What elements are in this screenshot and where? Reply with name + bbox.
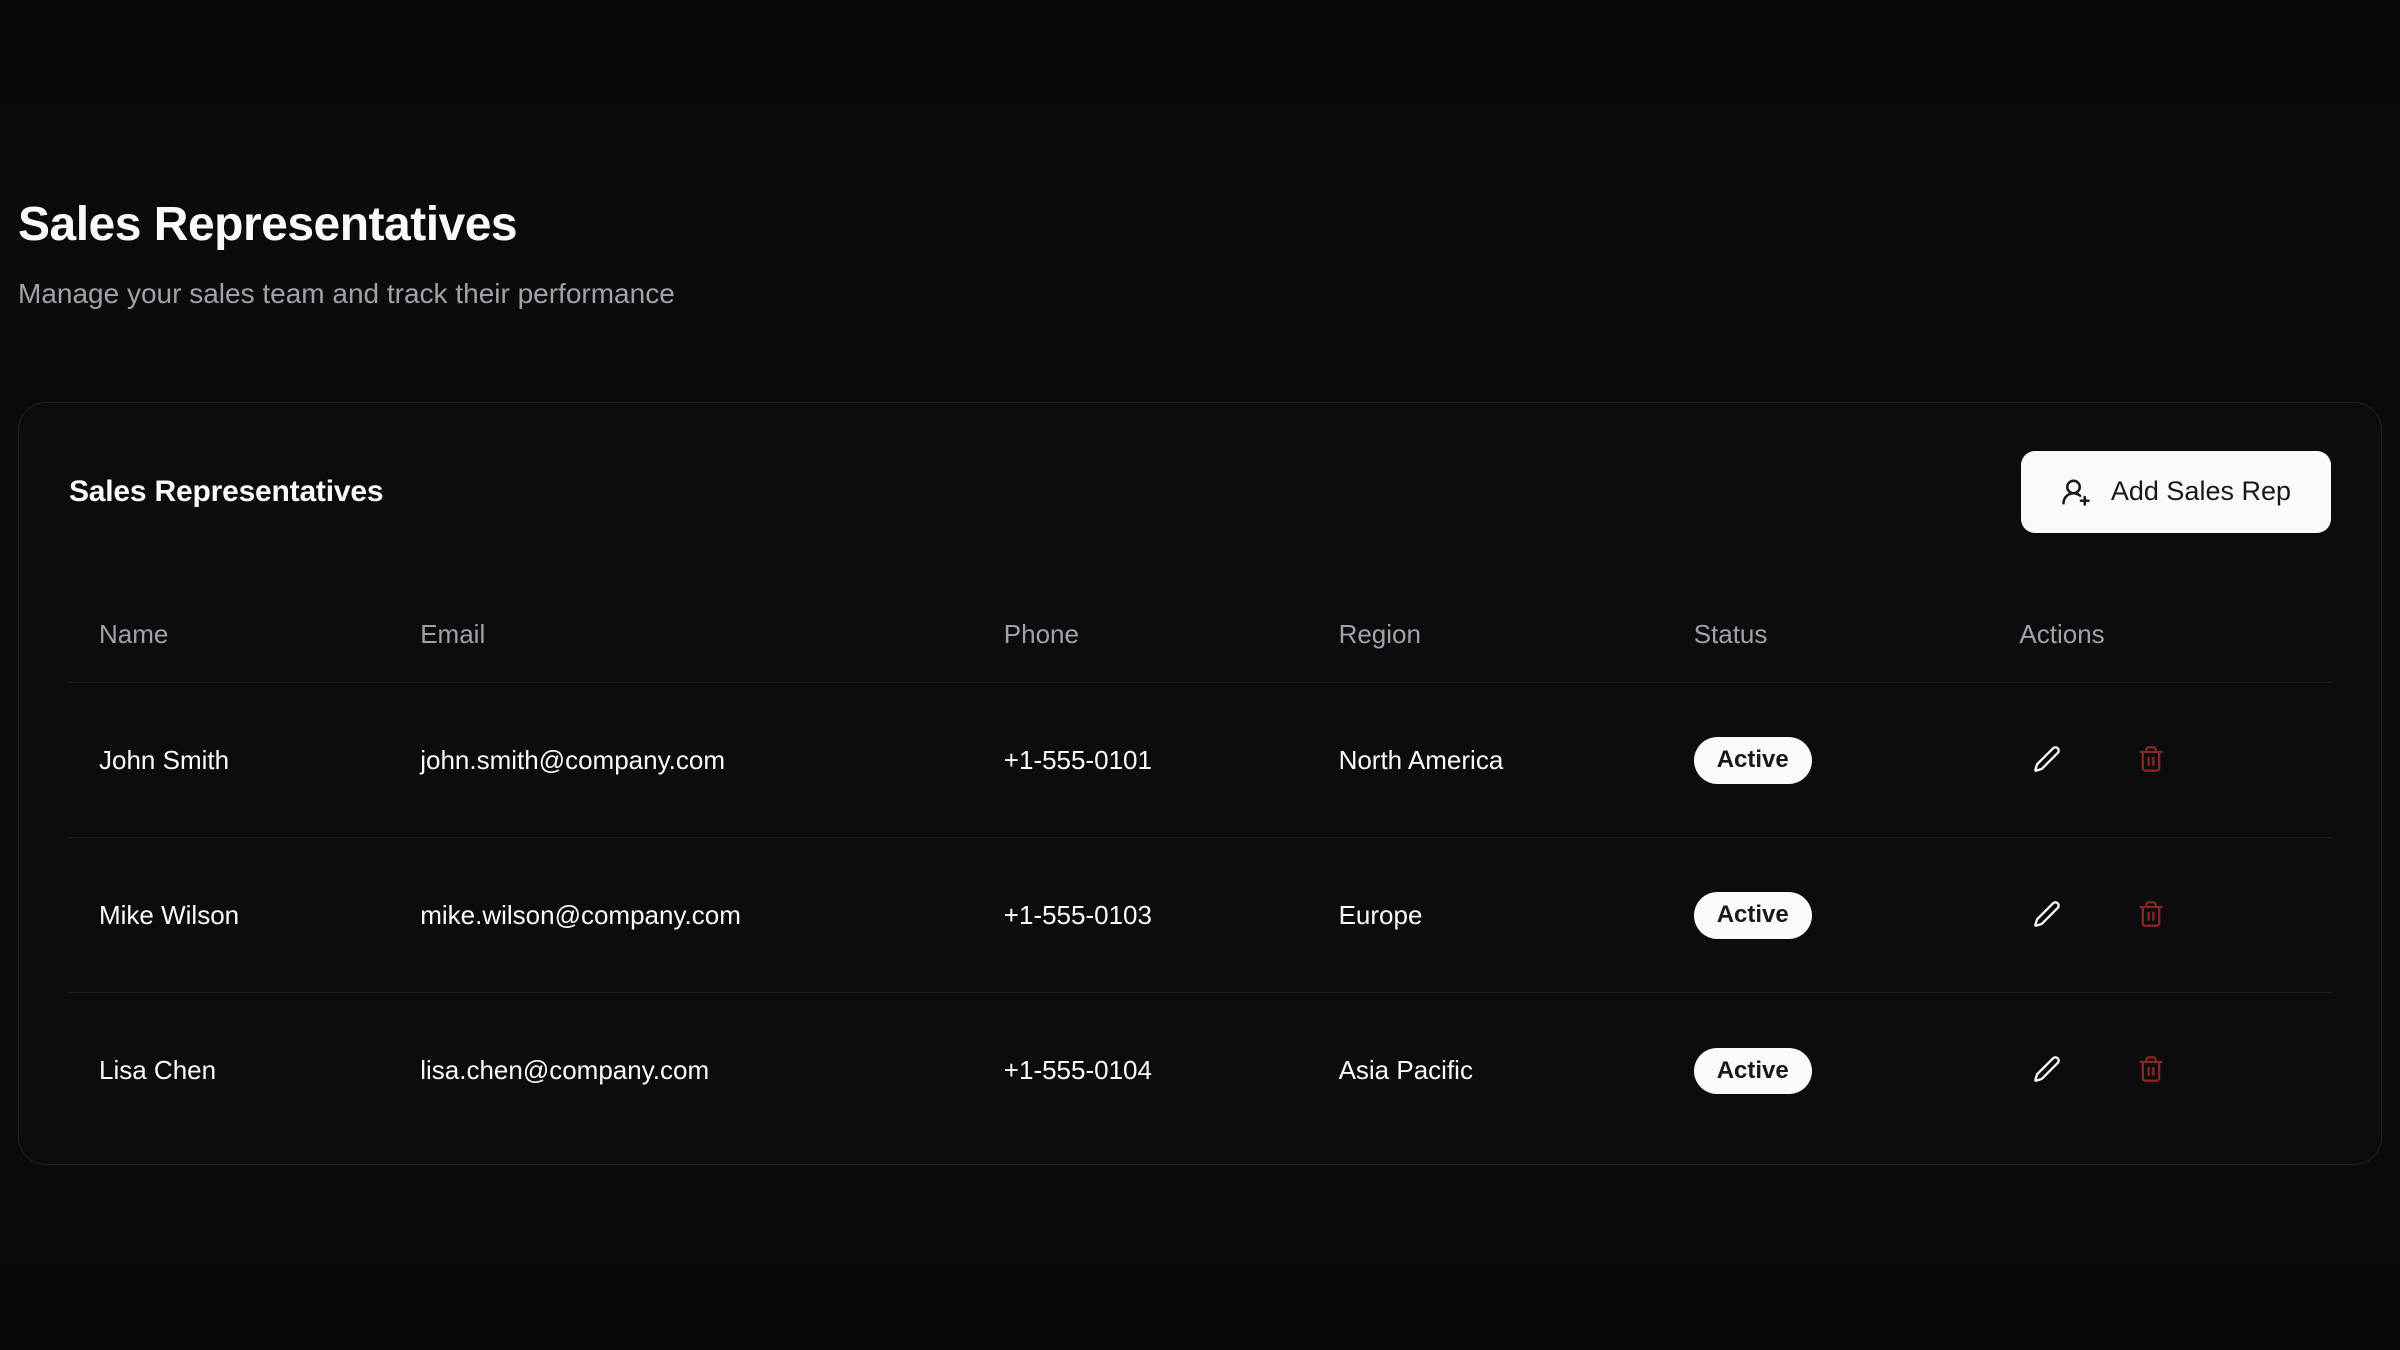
delete-button[interactable] bbox=[2123, 887, 2179, 943]
add-sales-rep-label: Add Sales Rep bbox=[2111, 476, 2291, 507]
column-header-phone: Phone bbox=[974, 587, 1309, 683]
cell-region: North America bbox=[1309, 683, 1664, 838]
cell-phone: +1-555-0101 bbox=[974, 683, 1309, 838]
card-title: Sales Representatives bbox=[69, 475, 383, 509]
trash-icon bbox=[2137, 745, 2165, 776]
cell-phone: +1-555-0104 bbox=[974, 993, 1309, 1148]
cell-region: Europe bbox=[1309, 838, 1664, 993]
sales-reps-card: Sales Representatives Add Sales Rep Name… bbox=[18, 402, 2382, 1165]
column-header-actions: Actions bbox=[1989, 587, 2331, 683]
cell-name: John Smith bbox=[69, 683, 390, 838]
column-header-status: Status bbox=[1664, 587, 1990, 683]
cell-email: lisa.chen@company.com bbox=[390, 993, 974, 1148]
pencil-icon bbox=[2033, 745, 2061, 776]
trash-icon bbox=[2137, 900, 2165, 931]
pencil-icon bbox=[2033, 900, 2061, 931]
cell-actions bbox=[1989, 838, 2331, 993]
sales-reps-page: Sales Representatives Manage your sales … bbox=[0, 0, 2400, 1165]
table-row: Lisa Chen lisa.chen@company.com +1-555-0… bbox=[69, 993, 2331, 1148]
add-sales-rep-button[interactable]: Add Sales Rep bbox=[2021, 451, 2331, 533]
cell-name: Mike Wilson bbox=[69, 838, 390, 993]
column-header-email: Email bbox=[390, 587, 974, 683]
edit-button[interactable] bbox=[2019, 887, 2075, 943]
edit-button[interactable] bbox=[2019, 1043, 2075, 1099]
cell-status: Active bbox=[1664, 993, 1990, 1148]
cell-name: Lisa Chen bbox=[69, 993, 390, 1148]
card-header: Sales Representatives Add Sales Rep bbox=[69, 451, 2331, 533]
status-badge: Active bbox=[1694, 737, 1812, 783]
cell-region: Asia Pacific bbox=[1309, 993, 1664, 1148]
delete-button[interactable] bbox=[2123, 732, 2179, 788]
status-badge: Active bbox=[1694, 1048, 1812, 1094]
table-header-row: Name Email Phone Region Status Actions bbox=[69, 587, 2331, 683]
pencil-icon bbox=[2033, 1055, 2061, 1086]
column-header-name: Name bbox=[69, 587, 390, 683]
cell-email: john.smith@company.com bbox=[390, 683, 974, 838]
table-row: Mike Wilson mike.wilson@company.com +1-5… bbox=[69, 838, 2331, 993]
page-title: Sales Representatives bbox=[18, 0, 2382, 254]
cell-status: Active bbox=[1664, 683, 1990, 838]
trash-icon bbox=[2137, 1055, 2165, 1086]
delete-button[interactable] bbox=[2123, 1043, 2179, 1099]
user-plus-icon bbox=[2061, 477, 2091, 507]
cell-actions bbox=[1989, 993, 2331, 1148]
cell-phone: +1-555-0103 bbox=[974, 838, 1309, 993]
table-row: John Smith john.smith@company.com +1-555… bbox=[69, 683, 2331, 838]
cell-actions bbox=[1989, 683, 2331, 838]
cell-email: mike.wilson@company.com bbox=[390, 838, 974, 993]
edit-button[interactable] bbox=[2019, 732, 2075, 788]
status-badge: Active bbox=[1694, 892, 1812, 938]
sales-reps-table: Name Email Phone Region Status Actions J… bbox=[69, 587, 2331, 1148]
page-subtitle: Manage your sales team and track their p… bbox=[18, 276, 2382, 312]
cell-status: Active bbox=[1664, 838, 1990, 993]
column-header-region: Region bbox=[1309, 587, 1664, 683]
